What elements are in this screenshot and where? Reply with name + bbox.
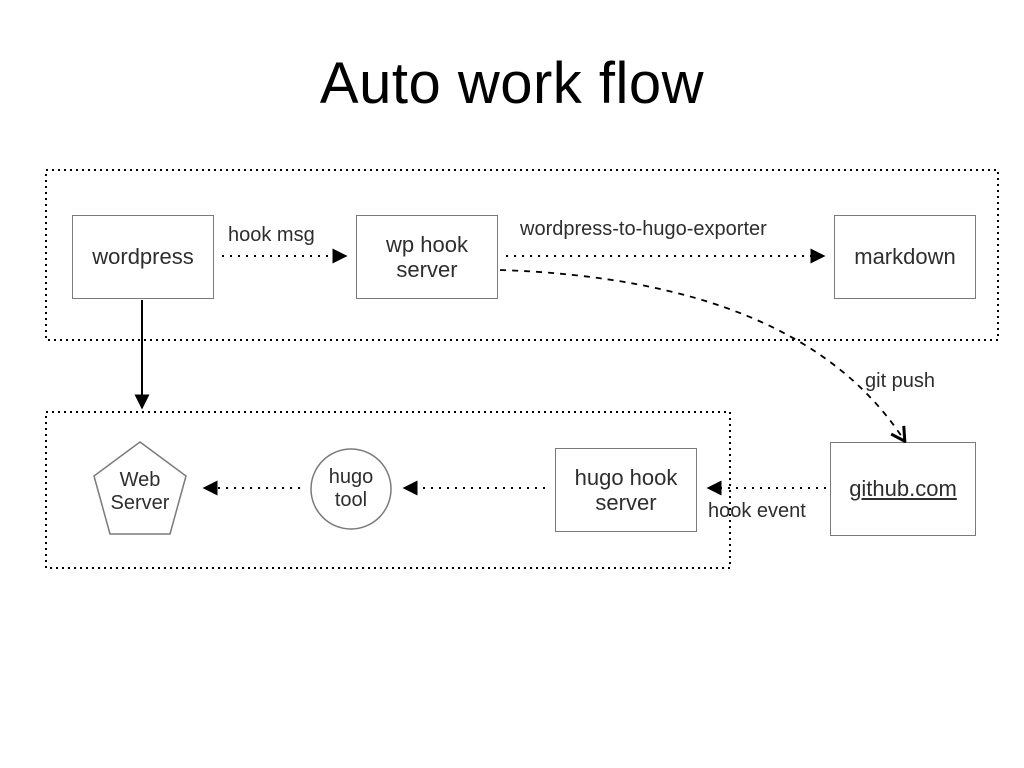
node-markdown-label: markdown (854, 244, 955, 269)
edge-hook-msg-label: hook msg (228, 224, 315, 247)
node-wp-hook-server: wp hook server (356, 215, 498, 299)
node-wordpress: wordpress (72, 215, 214, 299)
node-hugo-hook-server: hugo hook server (555, 448, 697, 532)
diagram-title: Auto work flow (0, 50, 1024, 117)
node-wordpress-label: wordpress (92, 244, 193, 269)
node-hugo-hook-server-label: hugo hook server (575, 465, 678, 516)
node-hugo-tool-label: hugo tool (310, 448, 392, 530)
node-github-label: github.com (849, 476, 957, 501)
node-github: github.com (830, 442, 976, 536)
node-web-server-label: Web Server (90, 438, 190, 546)
edge-wp-to-hugo-exporter-label: wordpress-to-hugo-exporter (520, 218, 767, 241)
edge-hook-event-label: hook event (708, 500, 806, 523)
node-web-server: Web Server (90, 438, 190, 538)
node-wp-hook-server-label: wp hook server (386, 232, 468, 283)
node-markdown: markdown (834, 215, 976, 299)
edge-git-push-label: git push (865, 370, 935, 393)
node-hugo-tool: hugo tool (310, 448, 392, 530)
